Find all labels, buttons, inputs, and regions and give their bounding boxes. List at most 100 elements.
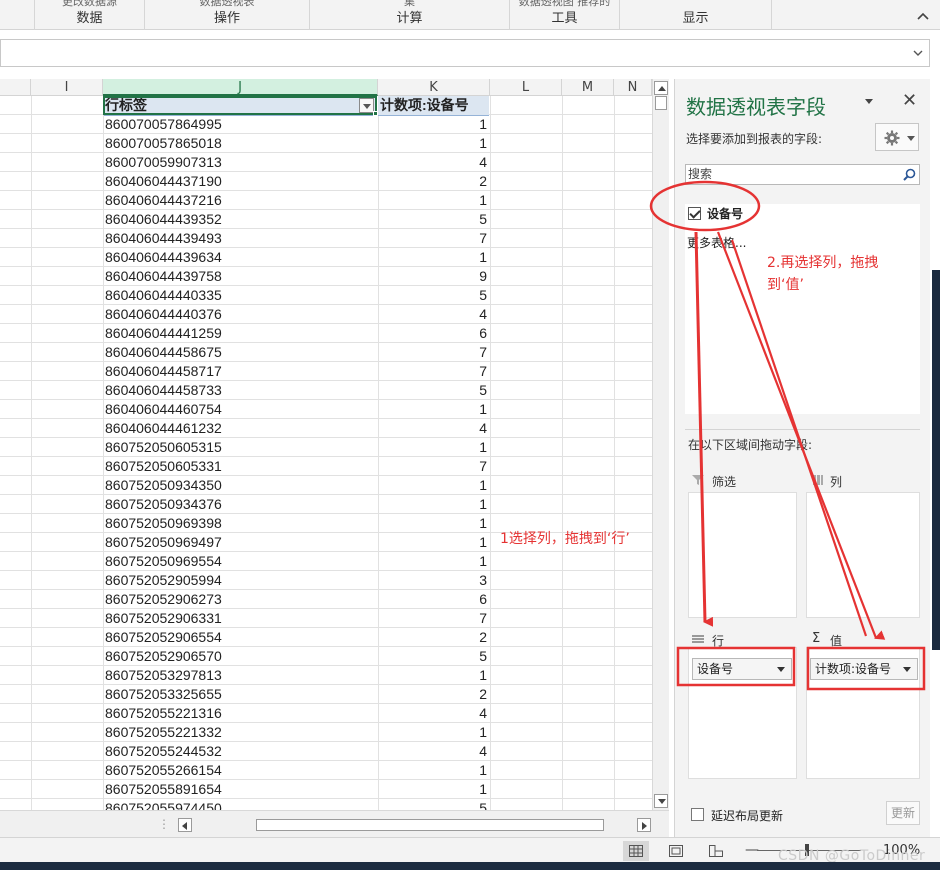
row-label-cell[interactable]: 860070057865018	[104, 134, 376, 153]
filter-dropdown-button[interactable]	[359, 98, 374, 113]
ribbon-group-actions[interactable]: 数据透视表 操作	[145, 0, 310, 30]
row-label-cell[interactable]: 860752055221316	[104, 704, 376, 723]
count-cell[interactable]: 4	[378, 419, 489, 438]
row-label-cell[interactable]: 860070057864995	[104, 115, 376, 134]
row-label-cell[interactable]: 860406044437216	[104, 191, 376, 210]
tools-button[interactable]	[875, 123, 919, 151]
row-label-cell[interactable]: 860752050969398	[104, 514, 376, 533]
count-cell[interactable]: 5	[378, 647, 489, 666]
row-label-cell[interactable]: 860752050969497	[104, 533, 376, 552]
count-header[interactable]: 计数项:设备号	[378, 96, 489, 116]
count-cell[interactable]: 1	[378, 780, 489, 799]
filter-drop-zone[interactable]	[688, 492, 797, 618]
worksheet-grid[interactable]: I J K L M N 行标签 计数项:设备号 860070057864995 1…	[0, 79, 652, 810]
row-label-cell[interactable]: 860406044439634	[104, 248, 376, 267]
count-cell[interactable]: 1	[378, 134, 489, 153]
horizontal-scrollbar[interactable]: ⋮	[0, 810, 669, 837]
scroll-right-button[interactable]	[637, 818, 651, 832]
count-cell[interactable]: 3	[378, 571, 489, 590]
pane-options-chevron-icon[interactable]	[865, 99, 873, 104]
row-label-cell[interactable]: 860070059907313	[104, 153, 376, 172]
count-cell[interactable]: 6	[378, 324, 489, 343]
count-cell[interactable]: 9	[378, 267, 489, 286]
count-cell[interactable]: 2	[378, 685, 489, 704]
count-cell[interactable]: 4	[378, 305, 489, 324]
count-cell[interactable]: 4	[378, 742, 489, 761]
row-label-cell[interactable]: 860406044440335	[104, 286, 376, 305]
column-header-i[interactable]: I	[31, 79, 103, 96]
defer-update-label[interactable]: 延迟布局更新	[711, 807, 783, 824]
page-layout-view-button[interactable]	[663, 841, 689, 861]
scroll-down-button[interactable]	[654, 794, 668, 808]
count-cell[interactable]: 1	[378, 761, 489, 780]
formula-bar-input[interactable]	[0, 39, 930, 67]
row-labels-header[interactable]: 行标签	[104, 96, 376, 116]
row-label-cell[interactable]: 860406044460754	[104, 400, 376, 419]
row-label-cell[interactable]: 860406044441259	[104, 324, 376, 343]
row-label-cell[interactable]: 860752055244532	[104, 742, 376, 761]
search-icon[interactable]	[903, 168, 916, 181]
row-label-cell[interactable]: 860752050605315	[104, 438, 376, 457]
count-cell[interactable]: 5	[378, 286, 489, 305]
row-label-cell[interactable]: 860752055891654	[104, 780, 376, 799]
count-cell[interactable]: 7	[378, 609, 489, 628]
row-label-cell[interactable]: 860406044440376	[104, 305, 376, 324]
row-label-cell[interactable]: 860406044439493	[104, 229, 376, 248]
row-label-cell[interactable]: 860752052906331	[104, 609, 376, 628]
row-label-cell[interactable]: 860406044461232	[104, 419, 376, 438]
ribbon-group-calculations[interactable]: 集 计算	[310, 0, 510, 30]
vertical-scrollbar[interactable]	[652, 79, 669, 810]
column-header-m[interactable]: M	[562, 79, 614, 96]
row-label-cell[interactable]: 860752052906570	[104, 647, 376, 666]
count-cell[interactable]: 5	[378, 381, 489, 400]
column-header-n[interactable]: N	[614, 79, 652, 96]
row-field-pill[interactable]: 设备号	[692, 658, 792, 680]
row-label-cell[interactable]: 860752050934350	[104, 476, 376, 495]
chevron-down-icon[interactable]	[903, 667, 911, 672]
row-label-cell[interactable]: 860752050969554	[104, 552, 376, 571]
normal-view-button[interactable]	[623, 841, 649, 861]
count-cell[interactable]: 2	[378, 172, 489, 191]
collapse-ribbon-icon[interactable]	[916, 10, 930, 24]
field-name[interactable]: 设备号	[707, 205, 743, 222]
row-label-cell[interactable]: 860752050934376	[104, 495, 376, 514]
ribbon-group-show[interactable]: 显示	[620, 0, 772, 30]
row-label-cell[interactable]: 860752053297813	[104, 666, 376, 685]
row-label-cell[interactable]: 860752050605331	[104, 457, 376, 476]
count-cell[interactable]: 1	[378, 533, 489, 552]
scroll-thumb[interactable]	[655, 96, 667, 110]
fill-handle[interactable]	[373, 111, 378, 116]
count-cell[interactable]: 2	[378, 628, 489, 647]
column-header-k[interactable]: K	[378, 79, 490, 96]
row-label-cell[interactable]: 860406044458733	[104, 381, 376, 400]
row-label-cell[interactable]: 860406044439352	[104, 210, 376, 229]
field-checkbox[interactable]	[688, 207, 701, 220]
scroll-up-button[interactable]	[654, 81, 668, 95]
count-cell[interactable]: 7	[378, 229, 489, 248]
row-label-cell[interactable]: 860406044458675	[104, 343, 376, 362]
count-cell[interactable]: 4	[378, 704, 489, 723]
row-label-cell[interactable]: 860406044437190	[104, 172, 376, 191]
count-cell[interactable]: 7	[378, 362, 489, 381]
hscroll-thumb[interactable]	[256, 819, 604, 831]
count-cell[interactable]: 1	[378, 115, 489, 134]
row-label-cell[interactable]: 860752052905994	[104, 571, 376, 590]
row-label-cell[interactable]: 860752052906554	[104, 628, 376, 647]
count-cell[interactable]: 7	[378, 343, 489, 362]
ribbon-group-data[interactable]: 更改数据源 数据	[35, 0, 145, 30]
count-cell[interactable]: 5	[378, 799, 489, 810]
ribbon-group-tools[interactable]: 数据透视图 推荐的 工具	[510, 0, 620, 30]
count-cell[interactable]: 1	[378, 476, 489, 495]
row-label-cell[interactable]: 860752052906273	[104, 590, 376, 609]
count-cell[interactable]: 1	[378, 552, 489, 571]
column-header-l[interactable]: L	[490, 79, 562, 96]
count-cell[interactable]: 1	[378, 248, 489, 267]
count-cell[interactable]: 1	[378, 400, 489, 419]
value-field-pill[interactable]: 计数项:设备号	[810, 658, 918, 680]
more-tables-link[interactable]: 更多表格...	[687, 234, 746, 251]
field-search-input[interactable]: 搜索	[685, 164, 920, 185]
page-break-view-button[interactable]	[703, 841, 729, 861]
columns-drop-zone[interactable]	[806, 492, 920, 618]
row-label-cell[interactable]: 860752055221332	[104, 723, 376, 742]
row-label-cell[interactable]: 860406044458717	[104, 362, 376, 381]
